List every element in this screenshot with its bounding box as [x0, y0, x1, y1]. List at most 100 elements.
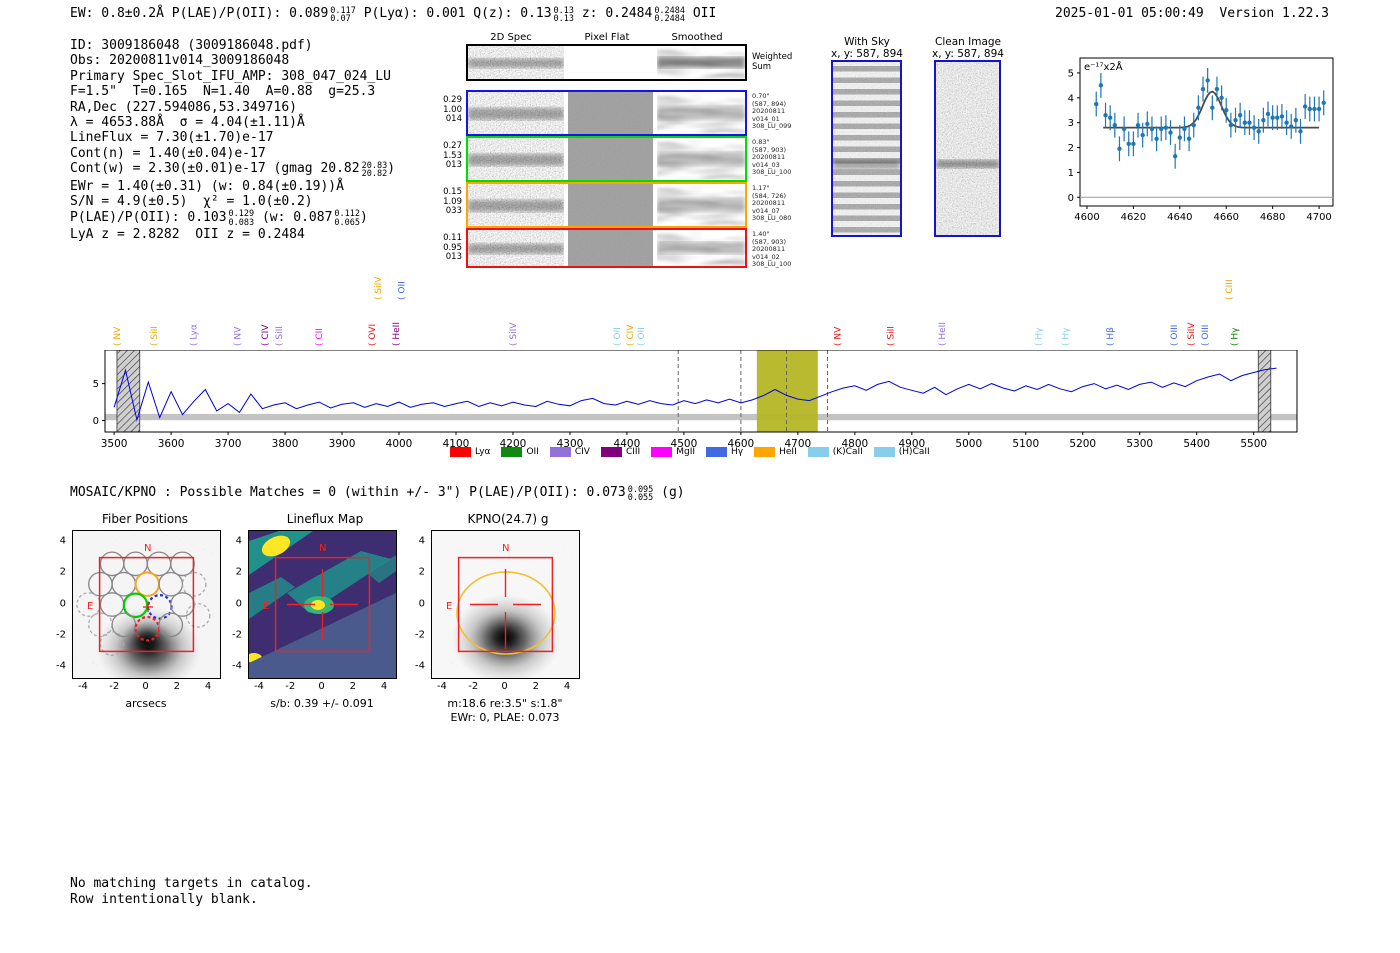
clean-image-title: Clean Image x, y: 587, 894: [932, 36, 1004, 60]
legend-swatch: [501, 447, 523, 457]
svg-text:4: 4: [1068, 93, 1074, 104]
fiber-positions-title: Fiber Positions: [101, 512, 189, 526]
legend-label: MgII: [676, 447, 696, 457]
info-line: F=1.5" T=0.165 N=1.40 A=0.88 g=25.3: [70, 84, 376, 100]
line-label-siiv: ( SiIV: [509, 322, 519, 346]
info-line: S/N = 4.9(±0.5) χ² = 1.0(±0.2): [70, 194, 313, 210]
2d-spec-cutout-grid: 2D Spec Pixel Flat Smoothed 0.29 1.00 014 0…: [440, 28, 820, 268]
lineflux-east-label: E: [263, 601, 269, 612]
legend-swatch: [807, 447, 829, 457]
fiber-ytick: 2: [59, 566, 66, 578]
line-label-siiv: ( SiIV: [1187, 322, 1197, 346]
fiber-east-label: E: [87, 601, 93, 612]
lineflux-ytick: -2: [232, 629, 242, 641]
version-text: Version 1.22.3: [1219, 6, 1329, 21]
line-label-nv: ( NV: [234, 326, 244, 346]
footer-notes: No matching targets in catalog. Row inten…: [70, 876, 313, 907]
legend-label: Lyα: [475, 447, 491, 457]
legend-label: (K)CaII: [832, 447, 863, 457]
line-label-siii: ( SiII: [275, 326, 285, 346]
legend-swatch: [651, 447, 673, 457]
fiber-xtick: -2: [109, 681, 120, 692]
fiber-xtick: -4: [77, 681, 88, 692]
info-line: Primary Spec_Slot_IFU_AMP: 308_047_024_L…: [70, 68, 391, 84]
lineflux-ytick: -4: [232, 660, 242, 672]
info-line: Cont(w) = 2.30(±0.01)e-17 (gmag 20.82 20.…: [70, 160, 396, 180]
kpno-ytick: -4: [415, 660, 425, 672]
kpno-ytick: 4: [418, 535, 425, 547]
mosaic-match-line: MOSAIC/KPNO : Possible Matches = 0 (with…: [70, 484, 685, 503]
clean-image: [934, 60, 1001, 237]
lineflux-north-label: N: [319, 543, 326, 554]
footer-line: Row intentionally blank.: [70, 891, 258, 907]
info-line: P(LAE)/P(OII): 0.103 0.129 0.083 (w: 0.087…: [70, 209, 368, 228]
svg-text:5: 5: [93, 379, 99, 390]
cutout-row-fiber-info: 1.17" (584, 726) 20200811 v014_07 308_LU_080: [752, 184, 792, 223]
svg-text:4640: 4640: [1167, 212, 1192, 223]
col-header-2d-spec: 2D Spec: [490, 32, 532, 43]
line-label-hγ: ( Hγ: [1035, 327, 1045, 346]
legend-item-kcaii: (K)CaII: [807, 447, 863, 457]
lineflux-ytick: 0: [235, 598, 242, 609]
legend-item-civ: CIV: [549, 447, 590, 457]
line-label-heii: ( HeII: [392, 322, 402, 346]
info-line: LyA z = 2.8282 OII z = 0.2484: [70, 227, 305, 243]
footer-line: No matching targets in catalog.: [70, 876, 313, 891]
svg-text:5100: 5100: [1012, 438, 1039, 450]
line-label-ovi: ( OVI: [368, 324, 378, 346]
info-line: RA,Dec (227.594086,53.349716): [70, 99, 297, 115]
line-label-oii: ( OII: [398, 281, 408, 300]
legend-swatch: [450, 447, 471, 457]
cutout-row-weights: 0.29 1.00 014: [443, 95, 462, 124]
with-sky-image: [831, 60, 902, 237]
info-line: EWr = 1.40(±0.31) (w: 0.84(±0.19))Å: [70, 178, 344, 194]
line-label-oii: ( OII: [613, 327, 623, 346]
legend-item-heii: HeII: [754, 447, 797, 457]
line-label-siiv: ( SiIV: [374, 276, 384, 300]
lineflux-xtick: 2: [349, 681, 356, 692]
svg-text:3900: 3900: [329, 438, 356, 450]
lineflux-map-panel: N E: [246, 530, 397, 679]
col-header-smoothed: Smoothed: [671, 32, 723, 43]
legend-item-oii: OII: [501, 447, 539, 457]
full-spectrum-plot: 0 5 3500 3600 3700 3800 3900 4000 4100 4200 4300 44…: [0, 338, 1400, 454]
line-label-civ: ( CIV: [261, 324, 271, 346]
legend-item-ciii: CIII: [600, 447, 640, 457]
svg-text:5000: 5000: [955, 438, 982, 450]
kpno-east-label: E: [446, 601, 452, 612]
legend-swatch: [600, 447, 622, 457]
spectrum-line-labels: ( NV ( SiII ( Lyα ( NV ( CIV ( SiII ( CII ( OVI…: [0, 258, 1400, 354]
svg-text:5200: 5200: [1069, 438, 1096, 450]
svg-text:5500: 5500: [1240, 438, 1267, 450]
kpno-xtick: -2: [468, 681, 479, 692]
svg-text:3: 3: [1068, 118, 1074, 129]
legend-label: HeII: [779, 447, 797, 457]
line-label-siii: ( SiII: [150, 326, 160, 346]
svg-text:4700: 4700: [1306, 212, 1331, 223]
line-label-siii: ( SiII: [887, 326, 897, 346]
legend-label: (H)CaII: [898, 447, 930, 457]
cutout-row: [466, 90, 747, 136]
lineflux-map-title: Lineflux Map: [286, 512, 364, 526]
weighted-sum-label: Weighted Sum: [752, 52, 793, 72]
info-line: Cont(n) = 1.40(±0.04)e-17: [70, 145, 266, 161]
line-label-hγ: ( Hγ: [1231, 327, 1241, 346]
cutout-row-weights: 0.27 1.53 013: [443, 141, 462, 170]
line-label-lyα: ( Lyα: [190, 324, 200, 346]
legend-item-h: Hγ: [706, 447, 743, 457]
cutout-row: [466, 136, 747, 182]
fiber-ytick: -2: [56, 629, 66, 641]
svg-text:5: 5: [1068, 68, 1074, 79]
kpno-xtick: 4: [563, 681, 571, 692]
fiber-ytick: 0: [59, 598, 66, 609]
cutout-row-fiber-info: 0.83" (587, 903) 20200811 v014_03 308_LU_100: [752, 138, 792, 177]
lineflux-xtick: -2: [285, 681, 296, 692]
svg-text:4680: 4680: [1260, 212, 1285, 223]
info-line: λ = 4653.88Å σ = 4.04(±1.11)Å: [70, 115, 305, 131]
fiber-xtick: 4: [204, 681, 212, 692]
svg-text:5300: 5300: [1126, 438, 1153, 450]
line-label-nv: ( NV: [113, 326, 123, 346]
line-label-nv: ( NV: [834, 326, 844, 346]
header-summary-line: EW: 0.8±0.2Å P(LAE)/P(OII): 0.089 0.117 0.…: [70, 5, 717, 24]
line-fit-zoom-plot: 0 1 2 3 4 5 4600 4620 4640 4660 4680 4700 e⁻¹⁷x2Å: [1040, 50, 1340, 229]
